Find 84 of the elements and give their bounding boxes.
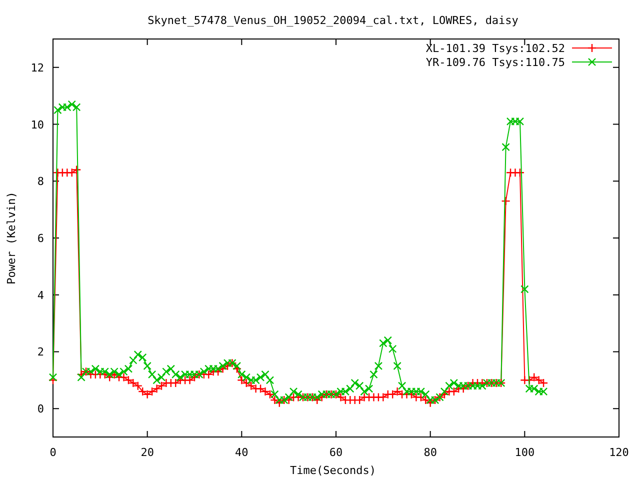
cross-marker <box>54 106 62 114</box>
plus-marker <box>72 165 82 174</box>
y-tick-label: 12 <box>30 61 44 74</box>
x-tick-label: 60 <box>329 446 343 459</box>
cross-marker <box>261 370 270 379</box>
y-tick-label: 8 <box>37 175 44 188</box>
plus-marker <box>260 386 270 396</box>
cross-marker <box>516 117 524 126</box>
cross-marker <box>379 339 388 348</box>
legend-sample <box>572 58 612 66</box>
plus-marker <box>138 386 148 396</box>
cross-marker <box>393 362 402 370</box>
y-tick-label: 6 <box>37 232 44 245</box>
cross-marker <box>539 387 548 396</box>
chart-title: Skynet_57478_Venus_OH_19052_20094_cal.txt, LOWRES, daisy <box>148 14 518 27</box>
plus-marker <box>128 378 138 388</box>
cross-marker <box>172 370 180 379</box>
legend-label: YR-109.76 Tsys:110.75 <box>426 56 565 69</box>
cross-marker <box>450 378 458 388</box>
cross-marker <box>143 362 152 370</box>
y-tick-label: 10 <box>30 118 44 132</box>
cross-marker <box>388 344 397 353</box>
cross-marker <box>520 285 529 294</box>
cross-marker <box>341 387 350 396</box>
x-tick-label: 0 <box>50 446 56 459</box>
cross-marker <box>370 370 378 379</box>
cross-marker <box>138 353 147 362</box>
cross-marker <box>530 384 538 393</box>
plus-marker <box>515 168 525 178</box>
cross-marker <box>506 117 515 126</box>
cross-marker <box>134 350 142 359</box>
plus-marker <box>530 372 539 382</box>
cross-marker <box>63 103 72 112</box>
cross-marker <box>157 373 166 382</box>
plus-marker <box>538 378 548 388</box>
cross-marker <box>266 376 274 384</box>
cross-marker <box>525 384 534 393</box>
plus-marker <box>388 390 398 399</box>
cross-marker <box>162 368 170 376</box>
x-tick-label: 40 <box>235 446 248 459</box>
cross-marker <box>152 376 161 384</box>
plus-marker <box>171 378 180 388</box>
x-tick-label: 80 <box>424 446 437 459</box>
cross-marker <box>502 142 510 152</box>
cross-marker <box>346 384 354 393</box>
plus-marker <box>524 376 534 385</box>
plus-marker <box>133 381 142 390</box>
cross-marker <box>384 336 392 344</box>
plus-marker <box>142 390 152 399</box>
plus-marker <box>67 168 76 178</box>
y-axis-label: Power (Kelvin) <box>5 192 18 284</box>
cross-marker <box>124 364 133 373</box>
plus-marker <box>152 384 162 394</box>
plus-marker <box>124 376 134 385</box>
cross-marker <box>129 356 138 364</box>
cross-marker <box>72 103 81 112</box>
y-tick-label: 4 <box>37 288 44 302</box>
x-tick-label: 100 <box>514 446 535 459</box>
plus-marker <box>501 196 510 206</box>
cross-marker <box>148 370 156 379</box>
cross-marker <box>68 100 76 108</box>
cross-marker <box>256 373 265 382</box>
plus-marker <box>392 386 402 396</box>
y-tick-label: 0 <box>37 402 44 416</box>
plus-marker <box>265 390 275 399</box>
plus-marker <box>354 395 364 405</box>
cross-marker <box>166 364 176 373</box>
cross-marker <box>350 378 359 388</box>
plus-marker <box>378 392 388 402</box>
plus-marker <box>256 384 266 394</box>
cross-marker <box>58 103 67 112</box>
plus-marker <box>156 381 166 390</box>
legend-label: XL-101.39 Tsys:102.52 <box>426 42 565 55</box>
legend-sample <box>572 43 612 53</box>
cross-marker <box>511 117 520 126</box>
y-tick-label: 2 <box>37 346 44 359</box>
plus-marker <box>147 386 157 396</box>
x-axis-label: Time(Seconds) <box>290 464 376 477</box>
x-tick-label: 120 <box>609 446 629 459</box>
cross-marker <box>364 384 374 393</box>
plus-marker <box>534 376 544 385</box>
cross-marker <box>534 387 543 396</box>
x-tick-label: 20 <box>140 446 154 459</box>
cross-marker <box>374 362 383 370</box>
